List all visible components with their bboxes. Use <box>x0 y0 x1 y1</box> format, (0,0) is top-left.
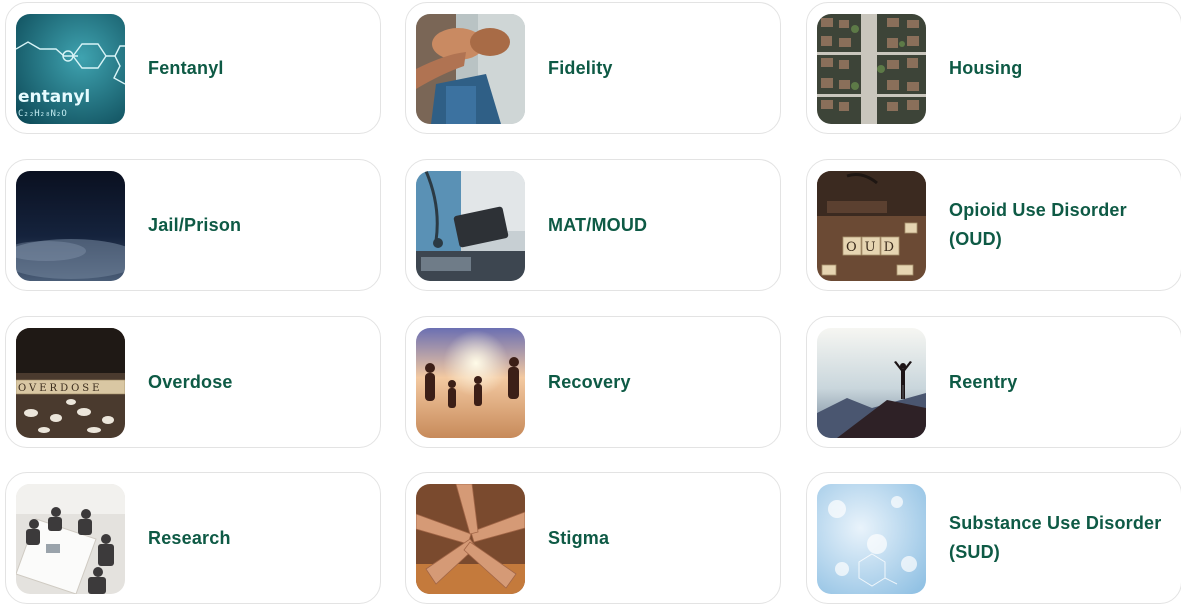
formula-icon: C₂₂H₂₈N₂O <box>18 109 67 119</box>
topic-grid: entanyl C₂₂H₂₈N₂O Fentanyl Fidelity Hous… <box>0 0 1181 608</box>
topic-card-jail-prison[interactable]: Jail/Prison <box>5 159 381 291</box>
fentanyl-molecule-image: entanyl C₂₂H₂₈N₂O <box>16 14 125 124</box>
topic-label: MAT/MOUD <box>548 214 648 235</box>
topic-card-research[interactable]: Research <box>5 472 381 604</box>
topic-label: Research <box>148 527 231 548</box>
family-beach-sunset-image <box>416 328 525 438</box>
topic-card-sud[interactable]: Substance Use Disorder (SUD) <box>806 472 1181 604</box>
topic-label: Recovery <box>548 371 631 392</box>
topic-label: Overdose <box>148 371 233 392</box>
blue-molecule-bokeh-image <box>817 484 926 594</box>
svg-text:OVERDOSE: OVERDOSE <box>18 383 102 394</box>
dark-fog-image <box>16 171 125 281</box>
neighborhood-aerial-image <box>817 14 926 124</box>
topic-label: Stigma <box>548 527 610 548</box>
topic-label: Fentanyl <box>148 57 224 78</box>
stacked-hands-image <box>416 484 525 594</box>
topic-label: Substance Use Disorder (SUD) <box>949 513 1162 562</box>
topic-card-stigma[interactable]: Stigma <box>405 472 781 604</box>
topic-card-fentanyl[interactable]: entanyl C₂₂H₂₈N₂O Fentanyl <box>5 2 381 134</box>
overdose-letter-tiles-image: OVERDOSE <box>16 328 125 438</box>
topic-card-recovery[interactable]: Recovery <box>405 316 781 448</box>
oud-letter-tiles-image: OUD <box>817 171 926 281</box>
topic-card-oud[interactable]: OUD Opioid Use Disorder (OUD) <box>806 159 1181 291</box>
svg-text:OUD: OUD <box>846 240 902 255</box>
topic-label: Reentry <box>949 371 1018 392</box>
topic-card-mat-moud[interactable]: MAT/MOUD <box>405 159 781 291</box>
topic-label: Opioid Use Disorder (OUD) <box>949 200 1127 249</box>
topic-card-overdose[interactable]: OVERDOSE Overdose <box>5 316 381 448</box>
svg-text:entanyl: entanyl <box>18 87 90 107</box>
topic-label: Jail/Prison <box>148 214 242 235</box>
meeting-table-image <box>16 484 125 594</box>
topic-label: Housing <box>949 57 1023 78</box>
topic-label: Fidelity <box>548 57 613 78</box>
mountain-summit-image <box>817 328 926 438</box>
topic-card-fidelity[interactable]: Fidelity <box>405 2 781 134</box>
fist-bump-image <box>416 14 525 124</box>
topic-card-housing[interactable]: Housing <box>806 2 1181 134</box>
topic-card-reentry[interactable]: Reentry <box>806 316 1181 448</box>
doctor-tablet-image <box>416 171 525 281</box>
